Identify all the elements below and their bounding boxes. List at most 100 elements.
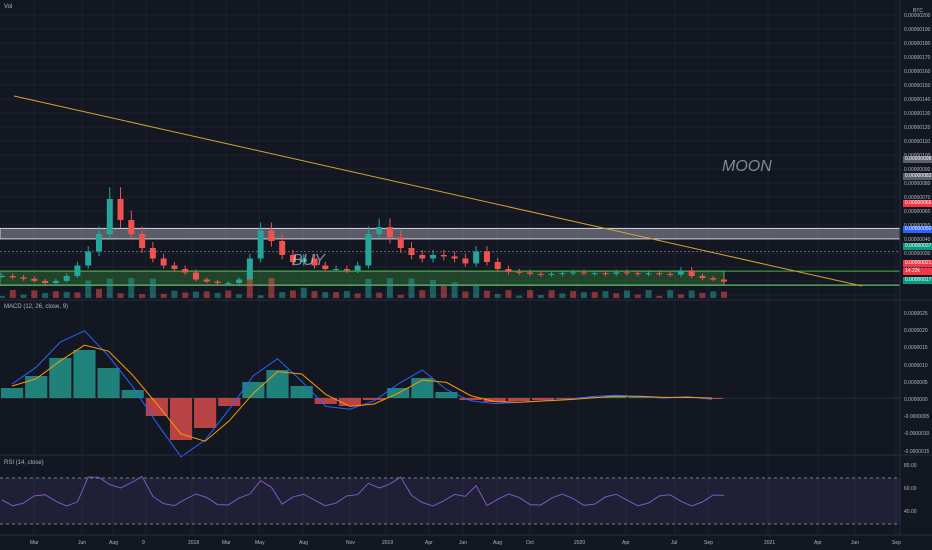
- volume-bar: [505, 290, 512, 298]
- rsi-axis-tick: 40.00: [904, 509, 917, 515]
- candle: [268, 230, 275, 241]
- descending-trendline: [13, 95, 863, 287]
- volume-bar: [225, 290, 232, 298]
- price-axis-tick: 0.00000140: [904, 97, 931, 103]
- volume-bar: [365, 278, 372, 298]
- volume-bar: [0, 296, 5, 298]
- trendline[interactable]: [13, 95, 863, 287]
- candle: [386, 227, 393, 238]
- macd-histogram-bar: [507, 398, 530, 401]
- rsi-pane-label: RSI (14, close): [4, 460, 44, 466]
- volume-bar: [419, 290, 426, 298]
- candle: [699, 276, 706, 279]
- candle: [624, 272, 631, 274]
- price-axis-tick: 0.00000130: [904, 111, 931, 117]
- macd-histogram-bar: [266, 370, 289, 398]
- volume-bar: [63, 291, 70, 298]
- candle: [559, 273, 566, 275]
- trading-chart[interactable]: [0, 0, 932, 550]
- volume-bar: [139, 294, 146, 298]
- time-axis-tick: Apr: [814, 540, 822, 546]
- volume-bar: [9, 290, 16, 298]
- candle: [688, 270, 695, 276]
- volume-bar: [52, 291, 59, 298]
- macd-axis-tick: -0.0000005: [904, 414, 930, 421]
- macd-axis-tick: 0.0000010: [904, 362, 928, 369]
- rsi-pane[interactable]: [0, 475, 900, 525]
- candle: [182, 269, 189, 273]
- volume-bar: [537, 294, 544, 298]
- volume-bar: [203, 291, 210, 298]
- candle: [257, 230, 264, 259]
- volume-bar: [192, 291, 199, 298]
- macd-histogram-bar: [531, 398, 555, 400]
- candle: [74, 265, 81, 276]
- rsi-axis-tick: 80.00: [904, 463, 917, 469]
- candle: [494, 262, 501, 269]
- candle: [63, 276, 70, 281]
- price-tag: 0.00000083: [903, 173, 932, 180]
- candle: [214, 281, 221, 283]
- candle: [95, 234, 102, 252]
- volume-bar: [527, 290, 534, 298]
- volume-bar: [548, 290, 555, 298]
- candle: [365, 234, 372, 266]
- macd-histogram-bar: [459, 398, 482, 400]
- candle: [656, 273, 663, 275]
- candle: [106, 199, 113, 234]
- volume-bar: [570, 290, 577, 298]
- volume-bar: [602, 291, 609, 298]
- price-axis-tick: 0.00000060: [904, 209, 931, 215]
- price-axis-tick: 0.00000110: [904, 139, 931, 145]
- candle: [483, 251, 490, 262]
- time-axis-tick: Nov: [346, 540, 355, 546]
- volume-bar: [624, 290, 631, 298]
- candle: [203, 279, 210, 282]
- time-axis-tick: Oct: [526, 540, 534, 546]
- macd-histogram-bar: [73, 350, 96, 398]
- rsi-band: [0, 478, 900, 524]
- volume-bar: [688, 290, 695, 298]
- volume-bar: [473, 285, 480, 298]
- macd-pane-label: MACD (12, 26, close, 9): [4, 304, 69, 310]
- volume-bar: [42, 293, 49, 298]
- volume-bar: [128, 278, 135, 298]
- price-axis-tick: 0.00000080: [904, 181, 931, 187]
- candle: [667, 273, 674, 275]
- volume-bar: [699, 292, 706, 298]
- time-axis-tick: Mar: [30, 540, 39, 546]
- price-axis-tick: 0.00000170: [904, 55, 931, 61]
- volume-bar: [483, 290, 490, 298]
- volume-bar: [667, 290, 674, 298]
- macd-histogram-bar: [97, 368, 120, 398]
- volume-bar: [494, 294, 501, 298]
- price-axis-tick: 0.00000180: [904, 41, 931, 47]
- candle: [430, 255, 437, 259]
- macd-pane[interactable]: [0, 330, 900, 458]
- candle: [117, 199, 124, 220]
- time-axis-tick: Jun: [78, 540, 87, 546]
- macd-axis-tick: 0.0000015: [904, 345, 928, 352]
- candle: [52, 280, 59, 283]
- moon-zone-label: MOON: [722, 158, 772, 175]
- time-axis-tick: Apr: [622, 540, 630, 546]
- rsi-axis-tick: 60.00: [904, 486, 917, 492]
- volume-bar: [214, 292, 221, 298]
- candle: [645, 273, 652, 275]
- candle: [527, 272, 534, 274]
- buy-zone-label: BUY: [292, 252, 325, 269]
- time-axis-tick: Aug: [109, 540, 118, 546]
- volume-bar: [354, 293, 361, 298]
- volume-bar: [85, 280, 92, 298]
- volume-bar: [677, 294, 684, 298]
- candle: [343, 269, 350, 271]
- volume-bar: [160, 293, 167, 298]
- time-axis-tick: 9: [142, 540, 145, 546]
- candle: [505, 269, 512, 272]
- candle: [31, 278, 38, 281]
- candle: [139, 234, 146, 248]
- volume-bar: [591, 291, 598, 298]
- candle: [408, 248, 415, 255]
- price-axis-tick: 0.00000200: [904, 13, 931, 19]
- volume-bar: [322, 291, 329, 298]
